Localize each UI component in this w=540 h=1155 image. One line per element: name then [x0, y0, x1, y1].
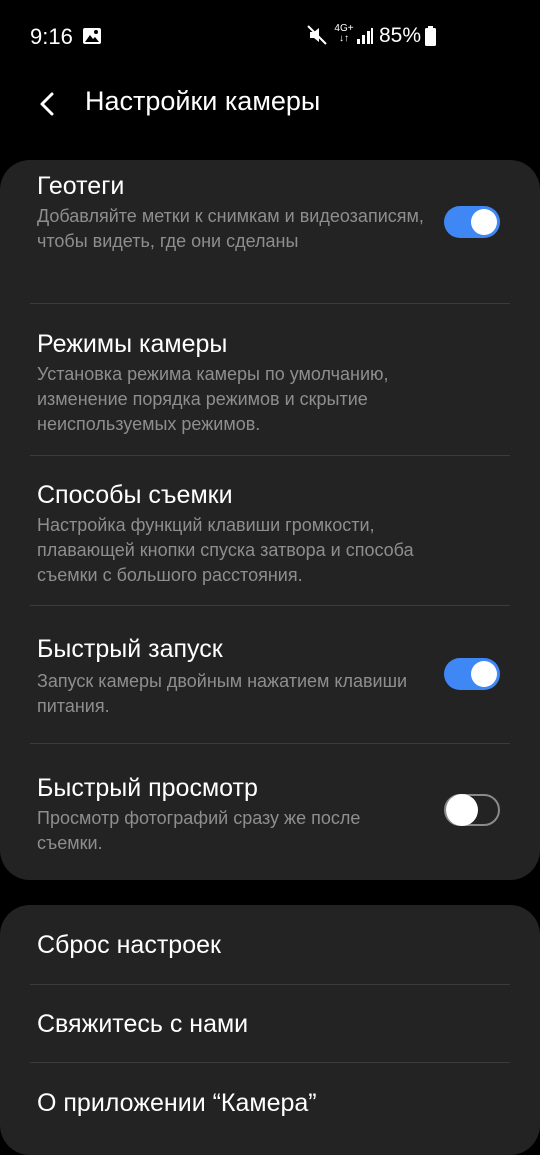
- setting-title: Быстрый запуск: [37, 635, 223, 663]
- setting-title: Геотеги: [37, 172, 125, 200]
- signal-icon: [357, 28, 373, 44]
- gallery-icon: [83, 28, 101, 44]
- battery-icon: [425, 26, 436, 46]
- setting-shooting-methods[interactable]: Способы съемки Настройка функций клавиши…: [0, 456, 540, 606]
- setting-description: Добавляйте метки к снимкам и видеозапися…: [37, 206, 424, 251]
- toggle-knob: [471, 209, 497, 235]
- setting-title: Способы съемки: [37, 481, 233, 509]
- quick-launch-toggle[interactable]: [444, 658, 500, 690]
- chevron-left-icon: [40, 92, 54, 116]
- back-button[interactable]: [30, 84, 70, 124]
- mute-icon: [307, 25, 327, 45]
- item-label: Свяжитесь с нами: [37, 1010, 249, 1038]
- geotags-toggle[interactable]: [444, 206, 500, 238]
- setting-camera-modes[interactable]: Режимы камеры Установка режима камеры по…: [0, 304, 540, 455]
- status-bar: 9:16 4G+ ↓↑ 85%: [0, 0, 540, 72]
- settings-card: Геотеги Добавляйте метки к снимкам и вид…: [0, 160, 540, 880]
- item-label: О приложении “Камера”: [37, 1089, 317, 1117]
- setting-description: Настройка функций клавиши громкости, пла…: [37, 515, 414, 585]
- contact-us-item[interactable]: Свяжитесь с нами: [0, 985, 540, 1062]
- quick-review-toggle[interactable]: [444, 794, 500, 826]
- setting-quick-launch[interactable]: Быстрый запуск Запуск камеры двойным наж…: [0, 606, 540, 743]
- toggle-knob: [471, 661, 497, 687]
- page-title: Настройки камеры: [85, 86, 321, 116]
- about-camera-item[interactable]: О приложении “Камера”: [0, 1063, 540, 1143]
- setting-geotags[interactable]: Геотеги Добавляйте метки к снимкам и вид…: [0, 160, 540, 304]
- network-type-icon: 4G+ ↓↑: [334, 23, 354, 44]
- toggle-knob: [446, 794, 478, 826]
- battery-percent: 85%: [379, 24, 422, 47]
- status-time: 9:16: [30, 24, 73, 49]
- setting-description: Запуск камеры двойным нажатием клавиши п…: [37, 671, 408, 716]
- setting-description: Просмотр фотографий сразу же после съемк…: [37, 808, 361, 853]
- setting-title: Режимы камеры: [37, 330, 228, 358]
- setting-description: Установка режима камеры по умолчанию, из…: [37, 364, 389, 434]
- more-card: Сброс настроек Свяжитесь с нами О прилож…: [0, 905, 540, 1155]
- app-header: Настройки камеры: [0, 72, 540, 152]
- reset-settings-item[interactable]: Сброс настроек: [0, 905, 540, 984]
- setting-title: Быстрый просмотр: [37, 774, 258, 802]
- setting-quick-review[interactable]: Быстрый просмотр Просмотр фотографий сра…: [0, 744, 540, 880]
- item-label: Сброс настроек: [37, 931, 221, 959]
- network-type: 4G+: [334, 23, 354, 34]
